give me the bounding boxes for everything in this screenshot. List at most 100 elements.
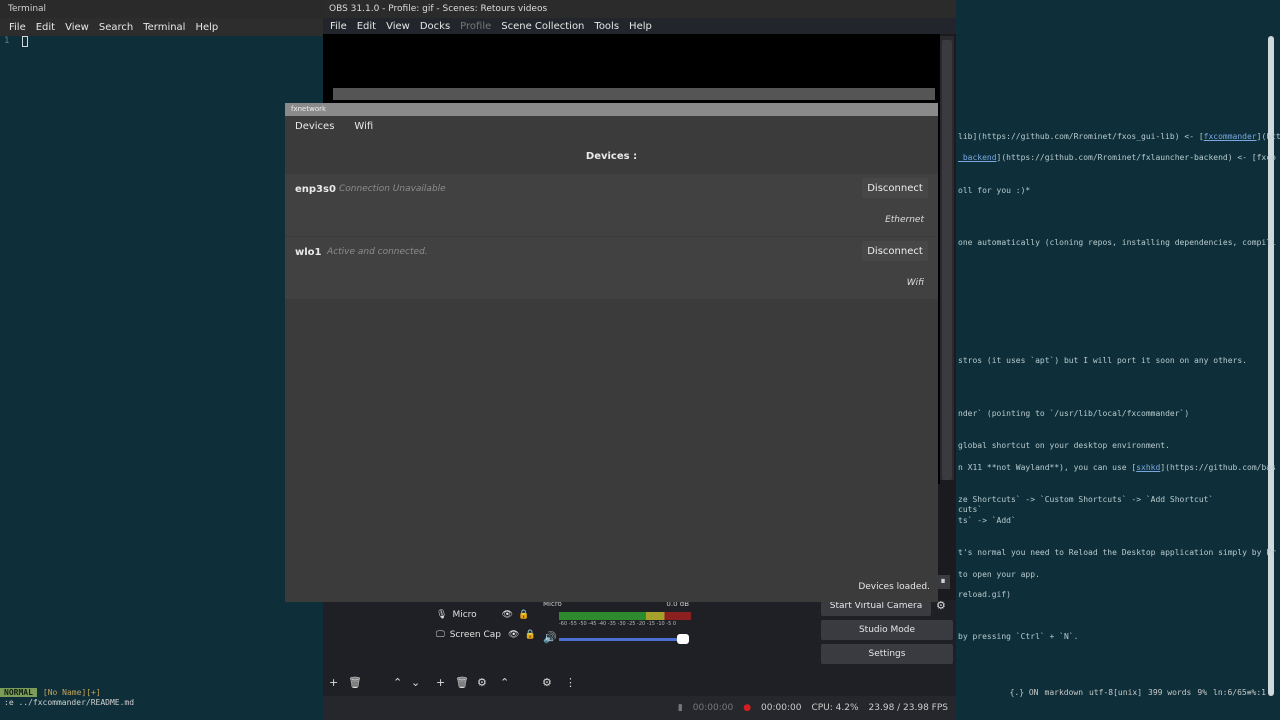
trash-icon[interactable]: 🗑 [348, 676, 362, 689]
terminal-window: Terminal File Edit View Search Terminal … [0, 0, 323, 720]
meter-scale: -60 -55 -50 -45 -40 -35 -30 -25 -20 -15 … [559, 621, 677, 627]
fps-readout: 23.98 / 23.98 FPS [868, 703, 948, 713]
line-text: ](https://github.com/Rrominet/fxlauncher… [996, 153, 1276, 162]
record-dot-icon: ● [743, 703, 752, 713]
readme-line: ts` -> `Add` [958, 516, 1016, 525]
markdown-link[interactable]: _backend [958, 153, 997, 162]
fxnetwork-titlebar: fxnetwork [285, 103, 938, 116]
preview-mini-screen [333, 88, 935, 100]
source-label: Micro [452, 610, 477, 620]
line-text: global shortcut on your desktop environm… [958, 441, 1170, 450]
more-options-icon[interactable]: ⋮ [565, 676, 576, 689]
fxnetwork-tabs: Devices Wifi [285, 116, 938, 136]
obs-menubar: File Edit View Docks Profile Scene Colle… [323, 18, 956, 34]
obs-menu-edit[interactable]: Edit [352, 21, 381, 32]
readme-line: stros (it uses `apt`) but I will port it… [958, 356, 1247, 365]
obs-menu-tools[interactable]: Tools [589, 21, 624, 32]
line-text: to open your app. [958, 570, 1040, 579]
line-text: ](htt [1256, 132, 1280, 141]
obs-menu-scene-collection[interactable]: Scene Collection [496, 21, 589, 32]
readme-line: oll for you :)* [958, 186, 1030, 195]
volume-slider[interactable] [559, 638, 689, 641]
eye-icon[interactable]: 👁 [508, 630, 519, 640]
terminal-menu-terminal[interactable]: Terminal [138, 22, 190, 33]
chevron-down-icon[interactable]: ⌄ [411, 676, 420, 689]
fxnetwork-window: fxnetwork Devices Wifi Devices : enp3s0 … [285, 103, 938, 602]
line-text: ze Shortcuts` -> `Custom Shortcuts` -> `… [958, 495, 1214, 504]
obs-menu-docks[interactable]: Docks [415, 21, 455, 32]
disconnect-button[interactable]: Disconnect [862, 241, 928, 261]
disconnect-button[interactable]: Disconnect [862, 178, 928, 198]
studio-mode-button[interactable]: Studio Mode [821, 620, 953, 640]
readme-line: one automatically (cloning repos, instal… [958, 238, 1276, 247]
line-text: n X11 **not Wayland**), you can use [ [958, 463, 1137, 472]
obs-menu-help[interactable]: Help [624, 21, 657, 32]
status-item: {.} ON [1009, 687, 1039, 697]
device-row-enp3s0: enp3s0 Connection Unavailable Disconnect… [285, 174, 938, 236]
device-state: Connection Unavailable [339, 184, 446, 194]
line-text: cuts` [958, 505, 983, 514]
line-text: reload.gif) [958, 590, 1011, 599]
source-row-screen-cap[interactable]: 🖵 Screen Cap 👁 🔒 [436, 626, 536, 644]
terminal-menu-file[interactable]: File [4, 22, 31, 33]
volume-slider-handle[interactable] [677, 634, 689, 644]
terminal-menu-view[interactable]: View [60, 22, 94, 33]
obs-menu-file[interactable]: File [325, 21, 352, 32]
terminal-menu-edit[interactable]: Edit [31, 22, 60, 33]
lock-icon[interactable]: 🔒 [524, 630, 535, 640]
buffer-name: [No Name][+] [42, 687, 101, 697]
speaker-icon[interactable]: 🔊 [543, 631, 557, 644]
status-encoding: utf-8[unix] [1089, 687, 1143, 697]
vim-statusline-right: {.} ON markdown utf-8[unix] 399 words 9%… [956, 686, 1280, 698]
obs-menu-profile[interactable]: Profile [455, 21, 496, 32]
line-text: stros (it uses `apt`) but I will port it… [958, 356, 1247, 365]
pause-icon[interactable]: ⏸ [936, 575, 950, 589]
devices-heading: Devices : [585, 151, 638, 162]
line-number: 1 [4, 36, 10, 46]
readme-line: nder` (pointing to `/usr/lib/local/fxcom… [958, 409, 1189, 418]
line-text: ts` -> `Add` [958, 516, 1016, 525]
terminal-titlebar: Terminal [0, 0, 323, 18]
device-state: Active and connected. [327, 247, 428, 257]
editor-area[interactable]: 1 [0, 34, 323, 690]
network-icon: ▮ [677, 703, 683, 713]
add-scene-icon[interactable]: + [329, 676, 338, 689]
source-row-micro[interactable]: 🎙 Micro 👁 🔒 [436, 606, 529, 624]
scrollbar-thumb[interactable] [942, 40, 952, 480]
mixer-settings-icon[interactable]: ⚙ [542, 676, 552, 689]
readme-line: to open your app. [958, 570, 1040, 579]
tab-wifi[interactable]: Wifi [354, 121, 373, 132]
settings-button[interactable]: Settings [821, 644, 953, 664]
readme-line: _backend](https://github.com/Rrominet/fx… [958, 153, 1276, 162]
line-text: by pressing `Ctrl` + `N`. [958, 632, 1079, 641]
line-text: ](https://github.com/bas [1160, 463, 1276, 472]
terminal-menu-search[interactable]: Search [94, 22, 138, 33]
device-row-wlo1: wlo1 Active and connected. Disconnect Wi… [285, 237, 938, 299]
add-source-icon[interactable]: + [436, 676, 445, 689]
obs-preview-scrollbar[interactable] [940, 36, 954, 480]
vim-statusline: NORMAL [No Name][+] [0, 686, 323, 698]
markdown-link[interactable]: fxcommander [1204, 132, 1257, 141]
readme-line: t's normal you need to Reload the Deskto… [958, 548, 1276, 557]
chevron-up-icon[interactable]: ⌃ [393, 676, 402, 689]
source-label: Screen Cap [449, 630, 502, 640]
readme-line: cuts` [958, 505, 982, 514]
readme-line: by pressing `Ctrl` + `N`. [958, 632, 1078, 641]
monitor-icon: 🖵 [436, 630, 445, 640]
vim-cmdline[interactable]: :e ../fxcommander/README.md [4, 698, 134, 707]
obs-menu-view[interactable]: View [381, 21, 415, 32]
terminal-menu-help[interactable]: Help [190, 22, 223, 33]
obs-statusbar: ▮ 00:00:00 ● 00:00:00 CPU: 4.2% 23.98 / … [323, 696, 956, 720]
gear-icon[interactable]: ⚙ [477, 676, 487, 689]
eye-icon[interactable]: 👁 [502, 610, 513, 620]
tab-devices[interactable]: Devices [295, 121, 334, 132]
readme-line: global shortcut on your desktop environm… [958, 441, 1170, 450]
lock-icon[interactable]: 🔒 [518, 610, 529, 620]
trash-icon[interactable]: 🗑 [455, 676, 469, 689]
microphone-icon: 🎙 [436, 610, 448, 620]
markdown-link[interactable]: sxhkd [1136, 463, 1160, 472]
chevron-up-icon[interactable]: ⌃ [500, 676, 509, 689]
device-name: wlo1 [295, 247, 322, 258]
readme-line: n X11 **not Wayland**), you can use [sxh… [958, 463, 1276, 472]
line-text: t's normal you need to Reload the Deskto… [958, 548, 1276, 557]
